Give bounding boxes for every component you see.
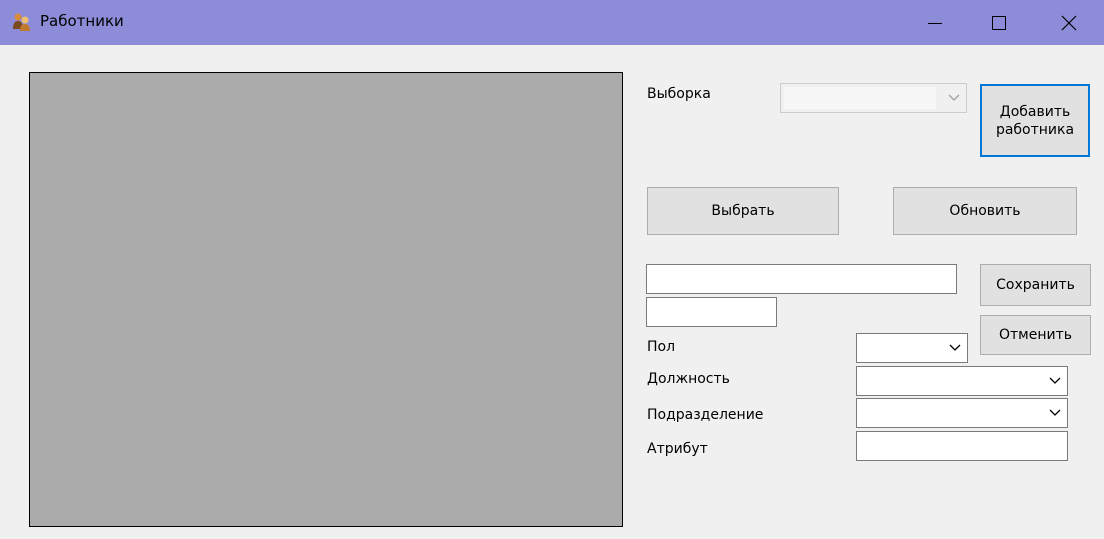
minimize-icon [928, 16, 942, 30]
minimize-button[interactable] [900, 0, 970, 45]
gender-label: Пол [647, 339, 676, 355]
selection-label: Выборка [647, 86, 711, 102]
cancel-button[interactable]: Отменить [980, 315, 1091, 355]
window-title: Работники [40, 12, 124, 30]
chevron-down-icon [1049, 377, 1061, 384]
text-field-1[interactable] [646, 264, 957, 294]
employees-grid[interactable] [29, 72, 623, 527]
maximize-icon [992, 15, 1006, 30]
maximize-button[interactable] [964, 0, 1034, 45]
chevron-down-icon [1049, 409, 1061, 416]
attribute-label: Атрибут [647, 441, 708, 457]
close-button[interactable] [1034, 0, 1104, 45]
chevron-down-icon [949, 344, 961, 351]
save-button[interactable]: Сохранить [980, 264, 1091, 306]
position-label: Должность [647, 371, 730, 387]
title-bar[interactable]: Работники [0, 0, 1104, 45]
text-field-2[interactable] [646, 297, 777, 327]
refresh-button[interactable]: Обновить [893, 187, 1077, 235]
close-icon [1061, 15, 1077, 31]
attribute-field[interactable] [856, 431, 1068, 461]
gender-combobox[interactable] [856, 333, 968, 363]
select-button[interactable]: Выбрать [647, 187, 839, 235]
people-app-icon [12, 12, 32, 32]
selection-combobox[interactable] [780, 83, 967, 113]
chevron-down-icon [948, 94, 960, 101]
position-combobox[interactable] [856, 366, 1068, 396]
add-employee-button[interactable]: Добавить работника [980, 84, 1090, 157]
selection-combobox-value [784, 87, 936, 109]
department-combobox[interactable] [856, 398, 1068, 428]
department-label: Подразделение [647, 407, 764, 423]
